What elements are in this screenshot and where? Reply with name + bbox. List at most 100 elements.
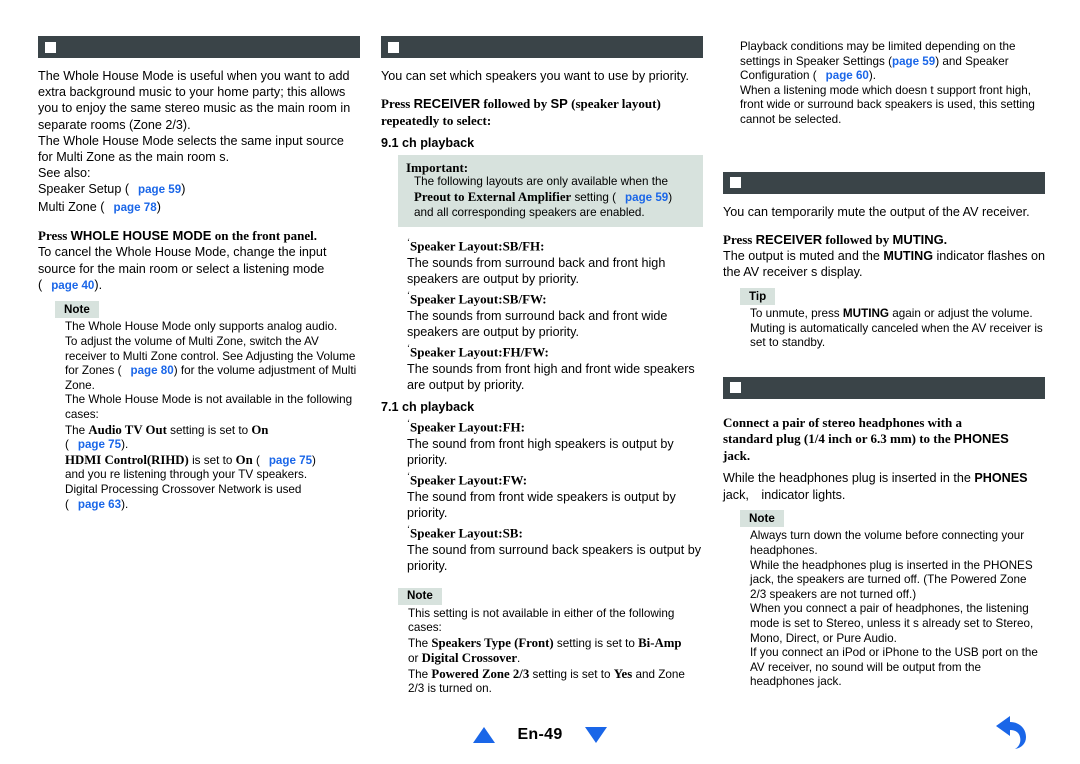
column-right: Playback conditions may be limited depen…	[723, 36, 1045, 690]
layout-desc-sb-fh: The sounds from surround back and front …	[407, 255, 666, 286]
step-body-link-line: (page 40).	[38, 277, 360, 294]
page-link-59[interactable]: page 59	[138, 183, 181, 196]
page-link-78[interactable]: page 78	[114, 201, 157, 214]
value-on: On	[235, 452, 253, 467]
triangle-up-icon[interactable]	[473, 727, 496, 743]
layout-title-fw: ‘Speaker Layout:FW:	[407, 468, 703, 489]
important-line-1: The following layouts are only available…	[414, 175, 669, 189]
page-number: En-49	[517, 726, 563, 743]
tip-badge: Tip	[740, 288, 776, 306]
paren-open: (	[65, 497, 69, 511]
important-line-2: Preout to External Amplifier setting (pa…	[414, 190, 695, 206]
case-pre: The	[65, 423, 89, 437]
see-also-label-text: Speaker Setup	[38, 182, 122, 197]
layout-title-text: Speaker Layout:SB/FW:	[410, 291, 547, 307]
step-suffix: on the front panel.	[211, 227, 318, 243]
step-prefix: Press	[723, 231, 756, 247]
case-pre: Digital Processing Crossover Network is …	[65, 482, 302, 496]
column-middle: You can set which speakers you want to u…	[381, 36, 703, 697]
step-heading-phones: Connect a pair of stereo headphones with…	[723, 415, 1045, 465]
step-mid: followed by	[480, 96, 551, 112]
step-line-3: jack.	[723, 447, 751, 463]
intro-paragraph-2: The Whole House Mode selects the same in…	[38, 133, 344, 165]
note-badge: Note	[55, 301, 99, 319]
note-end: ).	[868, 69, 876, 83]
paren-close: ).	[121, 497, 129, 511]
layout-title-sb: ‘Speaker Layout:SB:	[407, 521, 703, 542]
body-pre: While the headphones plug is inserted in…	[723, 471, 975, 486]
important-line-3: and all corresponding speakers are enabl…	[414, 205, 645, 219]
layout-desc-fh: The sound from front high speakers is ou…	[407, 436, 674, 467]
tip-pre: To unmute, press	[750, 307, 843, 321]
intro-paragraph: You can set which speakers you want to u…	[381, 69, 690, 83]
continued-note-1: Playback conditions may be limited depen…	[740, 40, 1045, 84]
paren-close: )	[668, 191, 673, 204]
layout-desc-fw: The sound from front wide speakers is ou…	[407, 489, 676, 520]
case-mid: setting is set to	[553, 636, 639, 650]
note-case-1: The Audio TV Out setting is set to On (p…	[65, 423, 360, 453]
note-block-middle: Note This setting is not available in ei…	[398, 586, 703, 697]
page-link-75[interactable]: page 75	[78, 438, 121, 451]
paren-open: (	[65, 438, 69, 452]
section-header-bar-whole-house-mode	[38, 36, 360, 58]
layout-title-fh: ‘Speaker Layout:FH:	[407, 415, 703, 436]
heading-9-1-ch-playback: 9.1 ch playback	[381, 136, 475, 151]
step-prefix: Press	[38, 227, 71, 243]
phones-body-text: While the headphones plug is inserted in…	[723, 470, 1045, 502]
page-link-59[interactable]: page 59	[625, 191, 668, 204]
paren-open: (	[100, 199, 105, 214]
note-badge: Note	[740, 510, 784, 528]
note-block-phones: Note Always turn down the volume before …	[740, 509, 1045, 690]
layout-title-text: Speaker Layout:FH:	[410, 419, 525, 435]
step-heading-speaker-layout: Press RECEIVER followed by SP (speaker l…	[381, 96, 703, 129]
section-header-bar-phones	[723, 376, 1045, 399]
value-on: On	[251, 422, 269, 437]
layout-title-text: Speaker Layout:SB/FH:	[410, 238, 545, 254]
white-square-icon	[388, 41, 399, 53]
value-yes: Yes	[613, 666, 633, 681]
page-link-59[interactable]: page 59	[892, 55, 935, 68]
setting-speakers-type-front: Speakers Type (Front)	[431, 635, 554, 650]
case-tail: .	[517, 652, 521, 666]
case-mid: setting is set to	[529, 667, 614, 681]
important-mid: setting (	[571, 191, 617, 204]
page-footer: En-49	[0, 718, 1080, 752]
manual-page: The Whole House Mode is useful when you …	[0, 0, 1080, 764]
value-bi-amp: Bi-Amp	[638, 635, 682, 650]
paren-close: ).	[121, 438, 129, 452]
step-heading-muting: Press RECEIVER followed by MUTING.	[723, 232, 1045, 249]
key-sp: SP	[550, 96, 568, 112]
page-link-75[interactable]: page 75	[269, 454, 312, 467]
triangle-down-icon[interactable]	[584, 727, 607, 743]
see-also-speaker-setup: Speaker Setup (page 59)	[38, 181, 360, 198]
layout-title-sb-fw: ‘Speaker Layout:SB/FW:	[407, 287, 703, 308]
step-line2: repeatedly to select:	[381, 112, 492, 128]
case-mid: setting is set to	[166, 423, 252, 437]
step-prefix: Press	[381, 96, 414, 112]
page-link-80[interactable]: page 80	[131, 364, 174, 377]
value-digital-crossover: Digital Crossover	[421, 651, 518, 666]
key-phones: PHONES	[974, 471, 1028, 486]
continued-notes-block: Playback conditions may be limited depen…	[740, 40, 1045, 128]
see-also-label-text: Multi Zone	[38, 199, 97, 214]
page-link-40[interactable]: page 40	[51, 279, 94, 292]
paren-open: (	[117, 364, 122, 378]
case-tail-pre: or	[408, 652, 422, 666]
see-also-label: See also:	[38, 166, 91, 181]
tip-post: again or adjust the volume.	[889, 307, 1033, 321]
back-arrow-icon[interactable]	[984, 714, 1030, 754]
page-link-60[interactable]: page 60	[826, 69, 869, 82]
page-link-63[interactable]: page 63	[78, 498, 121, 511]
muting-step-body: The output is muted and the MUTING indic…	[723, 248, 1045, 280]
intro-paragraph-1: The Whole House Mode is useful when you …	[38, 69, 351, 132]
key-receiver: RECEIVER	[755, 231, 823, 247]
step-line-1: Connect a pair of stereo headphones with…	[723, 414, 962, 430]
note-case-1: The Speakers Type (Front) setting is set…	[408, 636, 703, 667]
paren-open: (	[255, 453, 260, 467]
tip-line-1: To unmute, press MUTING again or adjust …	[750, 307, 1045, 322]
section-header-bar-muting	[723, 171, 1045, 194]
white-square-icon	[730, 382, 741, 394]
step-body-text: To cancel the Whole House Mode, change t…	[38, 245, 327, 276]
layout-title-text: Speaker Layout:SB:	[410, 525, 523, 541]
layout-desc-sb: The sound from surround back speakers is…	[407, 542, 702, 573]
